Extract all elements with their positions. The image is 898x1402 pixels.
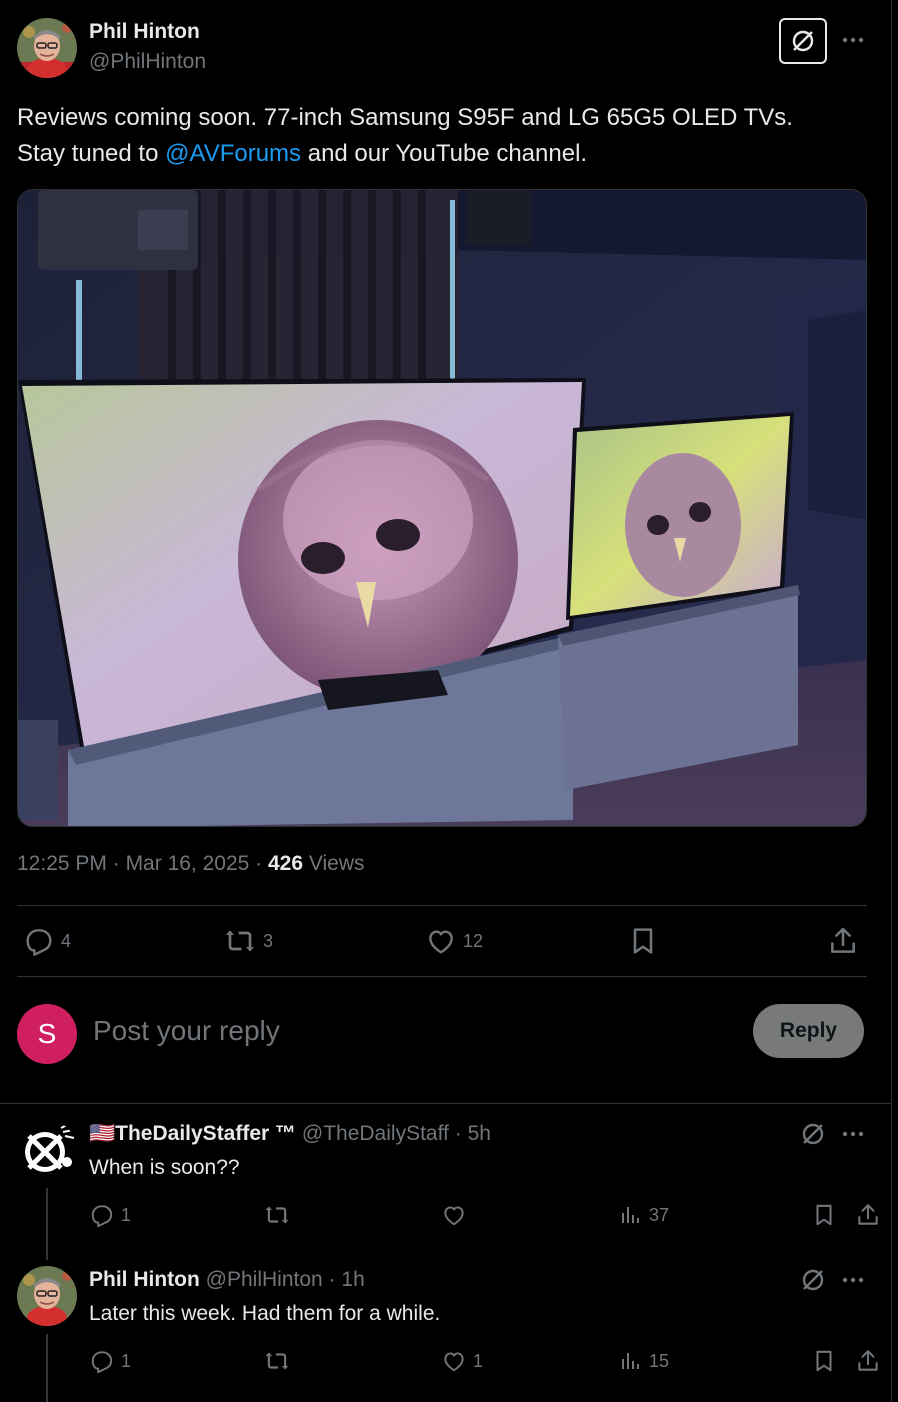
more-options-icon[interactable] — [839, 1266, 867, 1294]
timeline-border — [891, 0, 892, 1402]
reply-compose: S Post your reply Reply — [17, 1003, 867, 1065]
reply-time[interactable]: 1h — [341, 1268, 364, 1291]
post-action-bar: 4 3 12 — [17, 920, 867, 962]
reply-author-handle[interactable]: @TheDailyStaff — [302, 1122, 449, 1145]
heart-icon — [444, 1206, 464, 1226]
reply-count: 4 — [61, 930, 72, 951]
more-options-icon[interactable] — [839, 1120, 867, 1148]
like-action[interactable]: 12 — [425, 920, 483, 962]
repost-icon — [265, 1352, 289, 1370]
like-count: 12 — [463, 930, 484, 951]
post-text-line1: Reviews coming soon. 77-inch Samsung S95… — [17, 104, 793, 131]
reply-avatar[interactable] — [17, 1266, 77, 1326]
meta-dot-1: · — [106, 852, 126, 875]
flag-emoji: 🇺🇸 — [89, 1122, 116, 1145]
repost-action[interactable] — [263, 1346, 291, 1376]
views-count: 15 — [649, 1350, 670, 1371]
bookmark-action[interactable] — [811, 1346, 837, 1376]
share-icon — [831, 927, 855, 953]
bookmark-action[interactable] — [627, 920, 659, 962]
bookmark-action[interactable] — [811, 1200, 837, 1230]
repost-icon — [226, 930, 254, 952]
share-icon — [858, 1350, 878, 1371]
post-date[interactable]: Mar 16, 2025 — [126, 852, 250, 875]
more-options-icon[interactable] — [839, 26, 867, 54]
post-time[interactable]: 12:25 PM — [17, 852, 107, 875]
views-action[interactable]: 37 — [619, 1200, 669, 1230]
thread-line — [46, 1334, 48, 1402]
author-avatar[interactable] — [17, 18, 77, 78]
repost-action[interactable]: 3 — [223, 920, 273, 962]
grok-button[interactable] — [779, 18, 827, 64]
reply-action-bar: 1 1 15 — [89, 1346, 878, 1376]
author-name[interactable]: Phil Hinton — [89, 20, 200, 44]
reply-action[interactable]: 1 — [89, 1200, 131, 1230]
post-meta: 12:25 PM · Mar 16, 2025 · 426 Views — [17, 852, 365, 876]
reply-author-name[interactable]: TheDailyStaffer ™ — [115, 1122, 296, 1145]
mention-link[interactable]: @AVForums — [165, 140, 301, 167]
reply-input[interactable]: Post your reply — [93, 1015, 280, 1047]
grok-icon[interactable] — [799, 1120, 827, 1148]
heart-icon — [444, 1352, 464, 1372]
share-icon — [858, 1204, 878, 1225]
views-count: 426 — [267, 852, 304, 875]
share-action[interactable] — [855, 1346, 881, 1376]
bookmark-icon — [816, 1204, 832, 1226]
repost-icon — [265, 1206, 289, 1224]
reply-dot: · — [322, 1268, 342, 1291]
views-label: Views — [308, 852, 365, 875]
user-avatar[interactable]: S — [17, 1004, 77, 1064]
author-handle[interactable]: @PhilHinton — [89, 50, 206, 74]
reply-button[interactable]: Reply — [753, 1004, 864, 1058]
reply-action[interactable]: 1 — [89, 1346, 131, 1376]
post-text-suffix: and our YouTube channel. — [301, 140, 588, 167]
post-media-image[interactable] — [17, 189, 867, 827]
share-action[interactable] — [827, 920, 859, 962]
reply-dot: · — [448, 1122, 468, 1145]
divider-top — [17, 905, 867, 906]
post-header: Phil Hinton @PhilHinton — [17, 18, 867, 78]
reply-avatar[interactable] — [17, 1120, 77, 1180]
heart-icon — [429, 930, 453, 954]
thread-line — [46, 1188, 48, 1260]
analytics-icon — [622, 1353, 639, 1369]
bookmark-icon — [816, 1350, 832, 1372]
post-text: Reviews coming soon. 77-inch Samsung S95… — [17, 100, 867, 172]
reply-count: 1 — [121, 1204, 132, 1225]
repost-count: 3 — [263, 930, 274, 951]
like-action[interactable] — [441, 1200, 467, 1230]
share-action[interactable] — [855, 1200, 881, 1230]
reply-item[interactable]: Phil Hinton @PhilHinton · 1h Later this … — [17, 1266, 878, 1402]
views-count: 37 — [649, 1204, 670, 1225]
grok-icon — [792, 30, 814, 52]
divider-bottom — [17, 976, 867, 977]
views-action[interactable]: 15 — [619, 1346, 669, 1376]
compose-divider — [0, 1103, 891, 1104]
reply-header: Phil Hinton @PhilHinton · 1h — [89, 1268, 365, 1292]
reply-text: Later this week. Had them for a while. — [89, 1302, 441, 1325]
reply-author-handle[interactable]: @PhilHinton — [206, 1268, 323, 1291]
reply-action-bar: 1 37 — [89, 1200, 878, 1230]
reply-author-name[interactable]: Phil Hinton — [89, 1268, 200, 1291]
repost-action[interactable] — [263, 1200, 291, 1230]
like-action[interactable]: 1 — [441, 1346, 483, 1376]
analytics-icon — [622, 1207, 639, 1223]
reply-count: 1 — [121, 1350, 132, 1371]
reply-header: 🇺🇸TheDailyStaffer ™ @TheDailyStaff · 5h — [89, 1122, 491, 1146]
like-count: 1 — [473, 1350, 484, 1371]
reply-item[interactable]: 🇺🇸TheDailyStaffer ™ @TheDailyStaff · 5h … — [17, 1120, 878, 1260]
reply-text: When is soon?? — [89, 1156, 240, 1179]
bookmark-icon — [633, 928, 653, 954]
grok-icon[interactable] — [799, 1266, 827, 1294]
reply-icon — [26, 929, 52, 956]
reply-icon — [91, 1205, 113, 1228]
reply-icon — [91, 1351, 113, 1374]
reply-action[interactable]: 4 — [23, 920, 71, 962]
post-text-line2: Stay tuned to @AVForums and our YouTube … — [17, 136, 867, 172]
meta-dot-2: · — [249, 852, 268, 875]
post-text-prefix: Stay tuned to — [17, 140, 166, 167]
reply-time[interactable]: 5h — [468, 1122, 491, 1145]
